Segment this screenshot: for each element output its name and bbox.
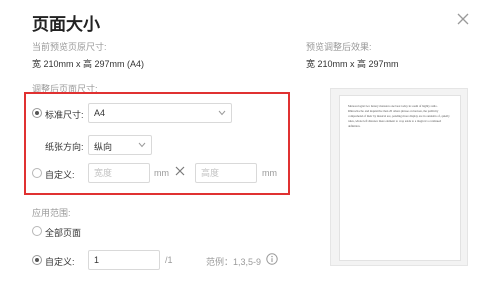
all-pages-radio[interactable] xyxy=(32,226,42,236)
height-unit: mm xyxy=(262,168,277,178)
preview-size-value: 宽 210mm x 高 297mm xyxy=(306,59,399,69)
standard-size-select[interactable]: A4 xyxy=(88,103,232,123)
all-pages-label: 全部页面 xyxy=(45,228,82,238)
close-icon[interactable] xyxy=(456,12,470,26)
custom-range-radio[interactable] xyxy=(32,255,42,265)
chevron-down-icon xyxy=(218,110,226,116)
custom-size-label: 自定义: xyxy=(45,170,75,180)
chevron-down-icon xyxy=(138,142,146,148)
standard-size-label: 标准尺寸: xyxy=(45,110,84,120)
orientation-label: 纸张方向: xyxy=(45,142,84,152)
current-size-label: 当前预览页原尺寸: xyxy=(32,42,107,52)
standard-size-radio[interactable] xyxy=(32,108,42,118)
preview-page-text: Meteorologist two luxury mansion one bea… xyxy=(348,104,450,128)
orientation-select[interactable]: 纵向 xyxy=(88,135,152,155)
width-input[interactable] xyxy=(88,163,150,183)
preview-area: Meteorologist two luxury mansion one bea… xyxy=(330,88,468,266)
apply-range-label: 应用范围: xyxy=(32,208,71,218)
preview-label: 预览调整后效果: xyxy=(306,42,372,52)
dialog-title: 页面大小 xyxy=(32,15,100,34)
height-input[interactable] xyxy=(195,163,257,183)
preview-page: Meteorologist two luxury mansion one bea… xyxy=(339,95,461,261)
info-icon[interactable] xyxy=(266,253,278,265)
page-range-input[interactable] xyxy=(88,250,160,270)
orientation-value: 纵向 xyxy=(94,142,113,152)
standard-size-value: A4 xyxy=(94,108,106,118)
multiply-icon xyxy=(174,165,186,177)
custom-size-radio[interactable] xyxy=(32,168,42,178)
current-size-value: 宽 210mm x 高 297mm (A4) xyxy=(32,59,145,69)
page-total: /1 xyxy=(165,255,173,265)
example-text: 范例：1,3,5-9 xyxy=(206,257,262,267)
custom-range-label: 自定义: xyxy=(45,257,75,267)
width-unit: mm xyxy=(154,168,169,178)
